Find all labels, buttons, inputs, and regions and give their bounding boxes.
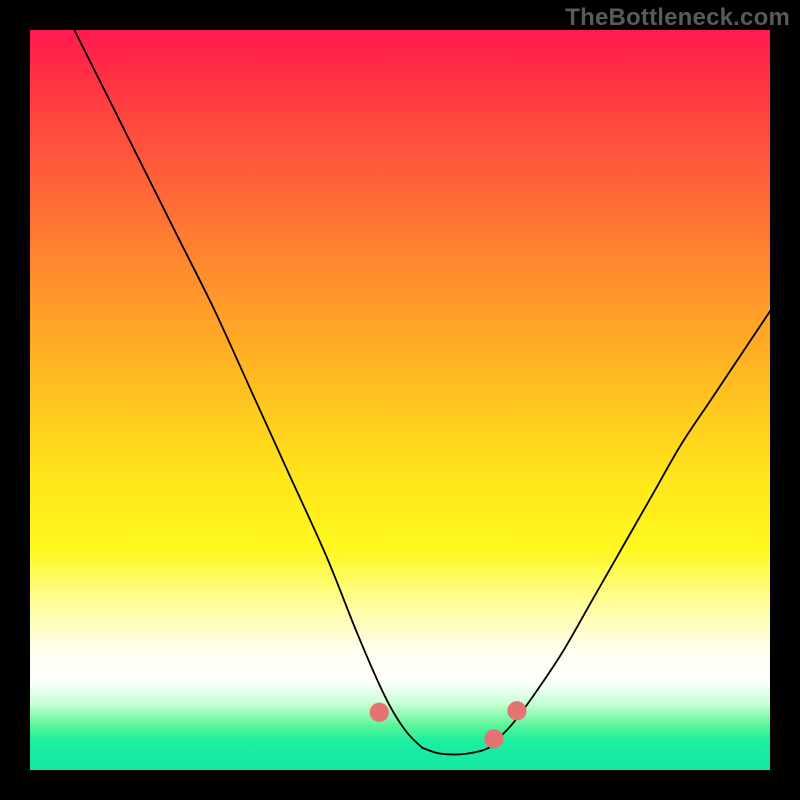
data-marker-pill [352, 663, 371, 696]
series-left-curve [74, 30, 422, 748]
plot-area [30, 30, 770, 770]
series-valley-floor [422, 748, 489, 755]
data-marker [484, 729, 503, 748]
data-marker-pill [387, 723, 402, 741]
data-marker-pill [407, 748, 480, 751]
series-right-curve [489, 311, 770, 748]
data-marker [370, 703, 389, 722]
watermark-text: TheBottleneck.com [565, 4, 790, 32]
data-marker [507, 701, 526, 720]
plot-svg [30, 30, 770, 770]
marker-group [352, 663, 527, 751]
chart-frame: TheBottleneck.com [0, 0, 800, 800]
